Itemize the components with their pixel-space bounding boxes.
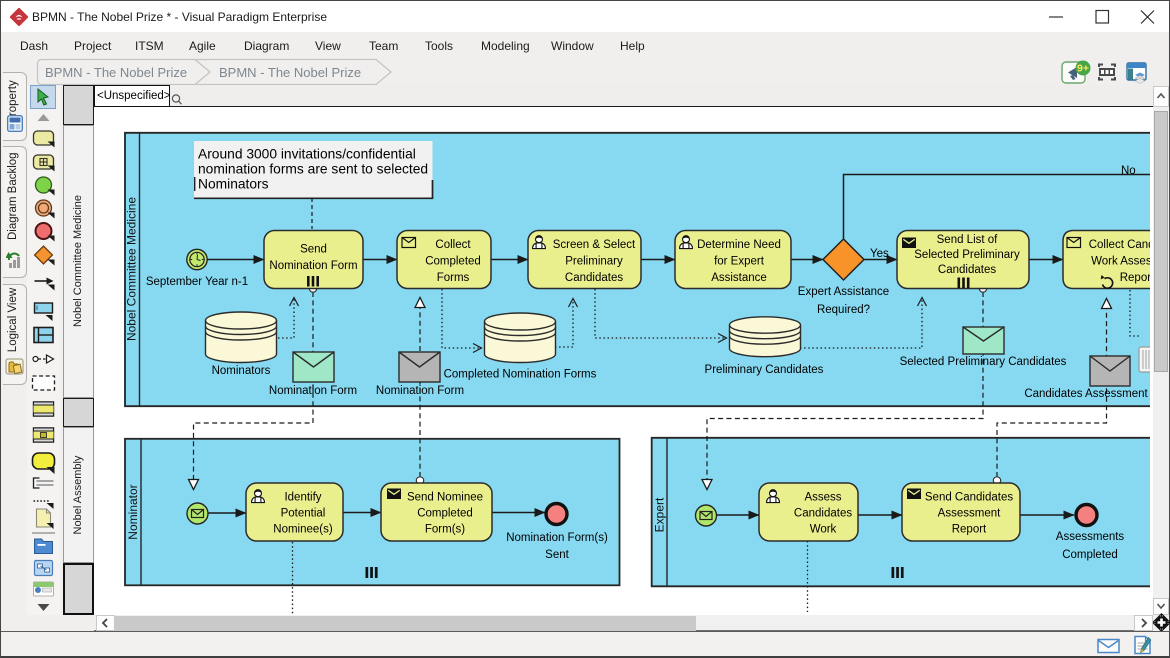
svg-text:Nomination Form: Nomination Form [269, 385, 357, 397]
svg-text:Nobel Committee Medicine: Nobel Committee Medicine [125, 197, 139, 341]
svg-text:Send Nominee: Send Nominee [407, 492, 483, 504]
svg-text:Work Assessment: Work Assessment [1091, 256, 1153, 268]
svg-text:Nominators: Nominators [212, 365, 271, 377]
svg-text:Completed: Completed [1062, 549, 1118, 561]
svg-text:Nomination Form: Nomination Form [376, 385, 464, 397]
svg-text:Assess: Assess [804, 492, 841, 504]
svg-text:Report: Report [1120, 272, 1153, 284]
svg-text:Nomination Form(s): Nomination Form(s) [506, 532, 608, 544]
svg-text:Send Candidates: Send Candidates [925, 492, 1013, 504]
svg-text:Assessment: Assessment [938, 508, 1001, 520]
svg-text:Selected Preliminary: Selected Preliminary [914, 249, 1020, 261]
svg-text:Forms: Forms [437, 272, 470, 284]
svg-text:Candidates: Candidates [794, 508, 852, 520]
svg-text:Identify: Identify [284, 492, 321, 504]
svg-text:BPMN - The Nobel Prize: BPMN - The Nobel Prize [219, 65, 361, 80]
svg-text:Nominee(s): Nominee(s) [273, 524, 333, 536]
svg-text:Report: Report [952, 524, 987, 536]
svg-text:9+: 9+ [1077, 63, 1089, 75]
svg-text:Preliminary: Preliminary [565, 256, 623, 268]
svg-text:Around 3000 invitations/confid: Around 3000 invitations/confidential [198, 147, 416, 162]
svg-text:BPMN - The Nobel Prize: BPMN - The Nobel Prize [45, 65, 187, 80]
svg-text:Expert Assistance: Expert Assistance [798, 286, 889, 298]
svg-text:Screen & Select: Screen & Select [553, 239, 636, 251]
svg-text:Completed Nomination Forms: Completed Nomination Forms [444, 369, 597, 381]
svg-text:Selected Preliminary Candidate: Selected Preliminary Candidates [900, 356, 1067, 368]
svg-text:Yes: Yes [870, 248, 889, 260]
svg-text:No: No [1121, 165, 1136, 177]
svg-text:Collect Candidates: Collect Candidates [1089, 239, 1153, 251]
svg-text:Nominators: Nominators [198, 177, 269, 192]
svg-text:Form(s): Form(s) [425, 524, 465, 536]
svg-text:Expert: Expert [653, 497, 667, 532]
svg-text:Determine Need: Determine Need [697, 239, 781, 251]
svg-text:Assistance: Assistance [711, 272, 767, 284]
svg-text:Completed: Completed [425, 256, 481, 268]
svg-text:September Year n-1: September Year n-1 [146, 276, 248, 288]
svg-text:Work: Work [810, 524, 837, 536]
svg-text:Potential: Potential [281, 508, 326, 520]
svg-text:Send List of: Send List of [937, 234, 999, 246]
svg-text:nomination forms are sent to s: nomination forms are sent to selected [198, 162, 428, 177]
svg-text:Send: Send [300, 244, 327, 256]
svg-text:Candidates: Candidates [565, 272, 623, 284]
svg-text:Nominator: Nominator [126, 484, 140, 539]
svg-text:Assessments: Assessments [1056, 531, 1125, 543]
svg-text:Collect: Collect [435, 239, 471, 251]
svg-text:Required?: Required? [817, 304, 870, 316]
svg-text:Candidates: Candidates [938, 264, 996, 276]
svg-text:Preliminary Candidates: Preliminary Candidates [705, 364, 824, 376]
svg-text:Candidates Assessment: Candidates Assessment [1024, 388, 1148, 400]
svg-text:Sent: Sent [545, 549, 569, 561]
svg-text:Completed: Completed [417, 508, 473, 520]
svg-text:Nomination Form: Nomination Form [269, 260, 357, 272]
svg-text:for Expert: for Expert [714, 256, 765, 268]
